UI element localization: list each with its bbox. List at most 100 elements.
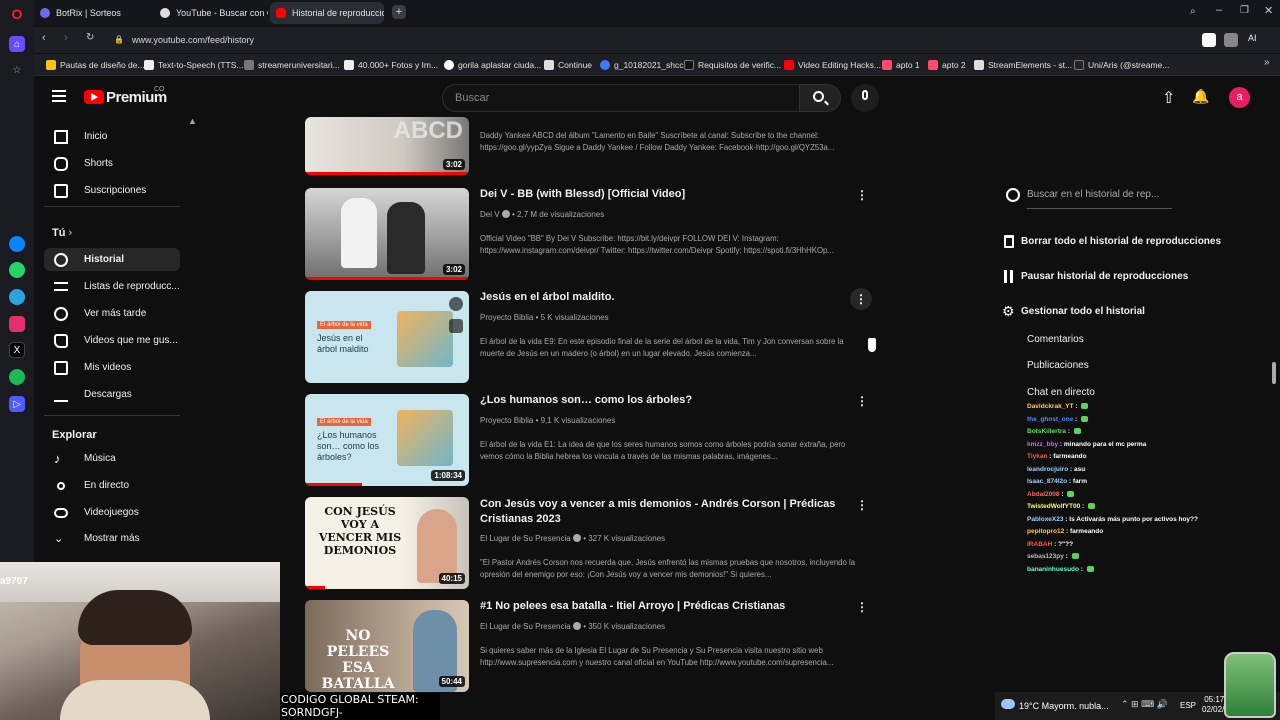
maximize-icon[interactable]: ❐	[1240, 5, 1249, 16]
bookmark-item[interactable]: Requisitos de verific...	[684, 57, 781, 73]
forward-icon[interactable]: ›	[64, 32, 68, 44]
bookmark-item[interactable]: Video Editing Hacks...	[784, 57, 881, 73]
you-section-link[interactable]: Tú ›	[52, 227, 72, 239]
ai-button[interactable]: AI	[1248, 33, 1257, 43]
new-tab-button[interactable]: +	[392, 5, 406, 19]
more-options-icon[interactable]: ⋮	[856, 394, 868, 408]
bookmark-item[interactable]: apto 1	[882, 57, 920, 73]
sidebar-item-mis-videos[interactable]: Mis videos	[44, 356, 180, 379]
workspace-icon[interactable]: ⌂	[9, 36, 25, 52]
reload-icon[interactable]: ↻	[86, 32, 94, 43]
search-input[interactable]: Buscar	[442, 84, 800, 112]
youtube-logo-icon[interactable]	[84, 90, 104, 104]
video-thumbnail[interactable]: NO PELEES ESA BATALLA 50:44	[305, 600, 469, 692]
pause-history-button[interactable]: Pausar historial de reproducciones	[1021, 271, 1188, 282]
sidebar-item-en-directo[interactable]: En directo	[44, 474, 180, 497]
sidebar-item-videojuegos[interactable]: Videojuegos	[44, 501, 180, 524]
more-options-icon[interactable]: ⋮	[850, 288, 872, 310]
page-scrollbar[interactable]	[1272, 362, 1276, 384]
clock[interactable]: 05:17 02/02/	[1202, 695, 1224, 715]
back-icon[interactable]: ‹	[42, 32, 46, 44]
clear-history-button[interactable]: Borrar todo el historial de reproduccion…	[1021, 236, 1221, 247]
messenger-icon[interactable]	[9, 236, 25, 252]
instagram-icon[interactable]	[9, 316, 25, 332]
channel-name[interactable]: Proyecto Biblia	[480, 313, 533, 322]
video-title[interactable]: ¿Los humanos son… como los árboles?	[480, 393, 850, 408]
more-options-icon[interactable]: ⋮	[856, 188, 868, 202]
opera-logo-icon[interactable]: O	[9, 6, 25, 22]
bookmark-item[interactable]: apto 2	[928, 57, 966, 73]
video-thumbnail[interactable]: 3:02	[305, 188, 469, 280]
gaming-icon	[54, 508, 68, 518]
url-field[interactable]: 🔒 www.youtube.com/feed/history	[106, 30, 1146, 50]
weather-icon[interactable]	[1001, 699, 1015, 709]
telegram-icon[interactable]	[9, 289, 25, 305]
more-bookmarks-icon[interactable]: »	[1264, 57, 1270, 68]
channel-name[interactable]: El Lugar de Su Presencia	[480, 622, 571, 631]
video-title[interactable]: Dei V - BB (with Blessd) [Official Video…	[480, 187, 850, 202]
sidebar-item-shorts[interactable]: Shorts	[44, 152, 180, 175]
close-window-icon[interactable]: ✕	[1264, 4, 1273, 17]
posts-link[interactable]: Publicaciones	[1027, 360, 1089, 371]
sidebar-item-listas[interactable]: Listas de reproducc...	[44, 275, 180, 298]
extension-2-icon[interactable]	[1224, 33, 1238, 47]
video-thumbnail[interactable]: El árbol de la vida ¿Los humanos son… co…	[305, 394, 469, 486]
sidebar: Inicio Shorts Suscripciones ▲ Tú › Histo…	[34, 116, 197, 564]
bookmark-item[interactable]: Uni/Aris (@streame...	[1074, 57, 1169, 73]
minimize-icon[interactable]: –	[1216, 4, 1222, 16]
watch-later-icon[interactable]	[449, 297, 463, 311]
sidebar-item-suscripciones[interactable]: Suscripciones	[44, 179, 180, 202]
video-title[interactable]: Jesús en el árbol maldito.	[480, 290, 850, 305]
video-title[interactable]: #1 No pelees esa batalla - Itiel Arroyo …	[480, 599, 850, 614]
tab-history[interactable]: Historial de reproducciones	[270, 2, 384, 24]
history-search-input[interactable]: Buscar en el historial de rep...	[1027, 189, 1172, 209]
add-to-queue-icon[interactable]	[449, 319, 463, 333]
sidebar-item-mostrar-mas[interactable]: ⌄ Mostrar más	[44, 527, 180, 550]
channel-name[interactable]: El Lugar de Su Presencia	[480, 534, 571, 543]
whatsapp-icon[interactable]	[9, 262, 25, 278]
tray-icons[interactable]: ⌃ ⊞ ⌨ 🔊	[1121, 699, 1168, 710]
spotify-icon[interactable]	[9, 369, 25, 385]
extension-icon[interactable]	[1202, 33, 1216, 47]
bookmark-item[interactable]: gorila aplastar ciuda...	[444, 57, 541, 73]
notifications-bell-icon[interactable]: 🔔	[1192, 88, 1209, 105]
menu-icon[interactable]	[52, 90, 66, 92]
sidebar-item-musica[interactable]: ♪ Música	[44, 447, 180, 470]
more-options-icon[interactable]: ⋮	[856, 498, 868, 512]
bookmark-item[interactable]: g_10182021_shcc	[600, 57, 683, 73]
more-options-icon[interactable]: ⋮	[856, 600, 868, 614]
search-button[interactable]	[799, 84, 841, 112]
bookmark-item[interactable]: Text-to-Speech (TTS...	[144, 57, 244, 73]
upload-icon[interactable]: ⇧	[1162, 88, 1175, 108]
video-title[interactable]: Con Jesús voy a vencer a mis demonios - …	[480, 497, 850, 527]
voice-search-button[interactable]	[851, 84, 879, 112]
x-icon[interactable]: X	[9, 342, 25, 358]
bookmark-item[interactable]: 40.000+ Fotos y Im...	[344, 57, 438, 73]
avatar[interactable]: a	[1229, 87, 1250, 108]
star-icon[interactable]: ☆	[9, 62, 25, 78]
search-tabs-icon[interactable]: ⌕	[1190, 6, 1196, 17]
channel-name[interactable]: Proyecto Biblia	[480, 416, 533, 425]
sidebar-item-inicio[interactable]: Inicio	[44, 125, 180, 148]
sidebar-item-historial[interactable]: Historial	[44, 248, 180, 271]
tab-botrix[interactable]: BotRix | Sorteos	[34, 2, 152, 24]
bookmark-item[interactable]: streameruniversitari...	[244, 57, 340, 73]
video-thumbnail[interactable]: El árbol de la vida Jesús en el árbol ma…	[305, 291, 469, 383]
scroll-up-icon[interactable]: ▲	[188, 116, 197, 126]
manage-history-button[interactable]: Gestionar todo el historial	[1021, 306, 1145, 317]
sidebar-item-descargas[interactable]: Descargas	[44, 383, 180, 406]
player-icon[interactable]: ▷	[9, 396, 25, 412]
weather-text[interactable]: 19°C Mayorm. nubla...	[1019, 701, 1109, 711]
sidebar-item-videos-gustan[interactable]: Videos que me gus...	[44, 329, 180, 352]
language-indicator[interactable]: ESP	[1180, 701, 1196, 710]
bookmark-item[interactable]: Continue	[544, 57, 592, 73]
tab-youtube-search[interactable]: YouTube - Buscar con Goo	[154, 2, 268, 24]
live-chat-link[interactable]: Chat en directo	[1027, 387, 1095, 398]
bookmark-item[interactable]: StreamElements - st...	[974, 57, 1072, 73]
sidebar-item-ver-mas-tarde[interactable]: Ver más tarde	[44, 302, 180, 325]
video-thumbnail[interactable]: CON JESÚS VOY A VENCER MIS DEMONIOS 40:1…	[305, 497, 469, 589]
video-thumbnail[interactable]: ABCD 3:02	[305, 117, 469, 175]
channel-name[interactable]: Dei V	[480, 210, 500, 219]
comments-link[interactable]: Comentarios	[1027, 334, 1084, 345]
bookmark-item[interactable]: Pautas de diseño de...	[46, 57, 145, 73]
